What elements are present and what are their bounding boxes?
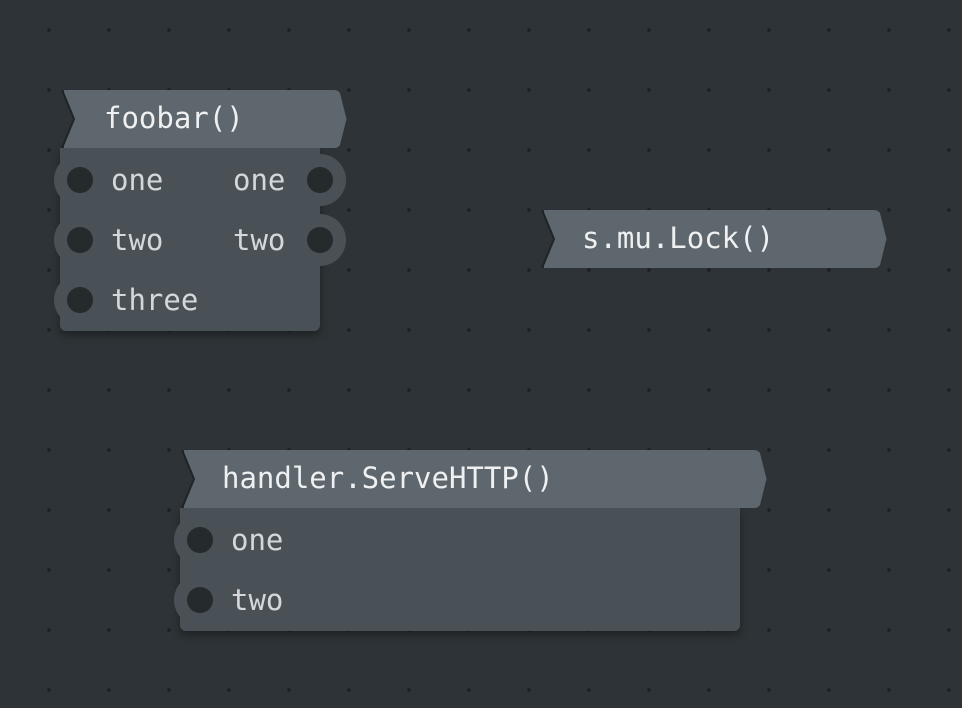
input-label-one: one <box>111 163 164 197</box>
node-title: s.mu.Lock() <box>582 221 775 255</box>
input-port-hole <box>67 227 93 253</box>
node-foobar[interactable]: foobar() one two three one two <box>54 88 350 333</box>
input-port-three[interactable] <box>54 274 106 326</box>
input-port-one[interactable] <box>54 154 106 206</box>
input-port-hole <box>187 527 213 553</box>
input-label-two: two <box>231 583 284 617</box>
input-port-hole <box>187 587 213 613</box>
output-port-one[interactable] <box>294 154 346 206</box>
node-title: handler.ServeHTTP() <box>222 461 554 495</box>
input-label-three: three <box>111 283 199 317</box>
node-handler[interactable]: handler.ServeHTTP() one two <box>174 448 770 634</box>
output-label-two: two <box>233 223 286 257</box>
input-port-hole <box>67 287 93 313</box>
input-label-one: one <box>231 523 284 557</box>
input-port-one[interactable] <box>174 514 226 566</box>
node-lock[interactable]: s.mu.Lock() <box>540 208 890 272</box>
output-port-two[interactable] <box>294 214 346 266</box>
canvas[interactable]: { "nodes": { "foobar": { "title": "fooba… <box>0 0 962 708</box>
node-title: foobar() <box>104 101 244 135</box>
input-port-two[interactable] <box>174 574 226 626</box>
output-port-hole <box>307 227 333 253</box>
input-port-hole <box>67 167 93 193</box>
input-label-two: two <box>111 223 164 257</box>
input-port-two[interactable] <box>54 214 106 266</box>
output-port-hole <box>307 167 333 193</box>
output-label-one: one <box>233 163 286 197</box>
